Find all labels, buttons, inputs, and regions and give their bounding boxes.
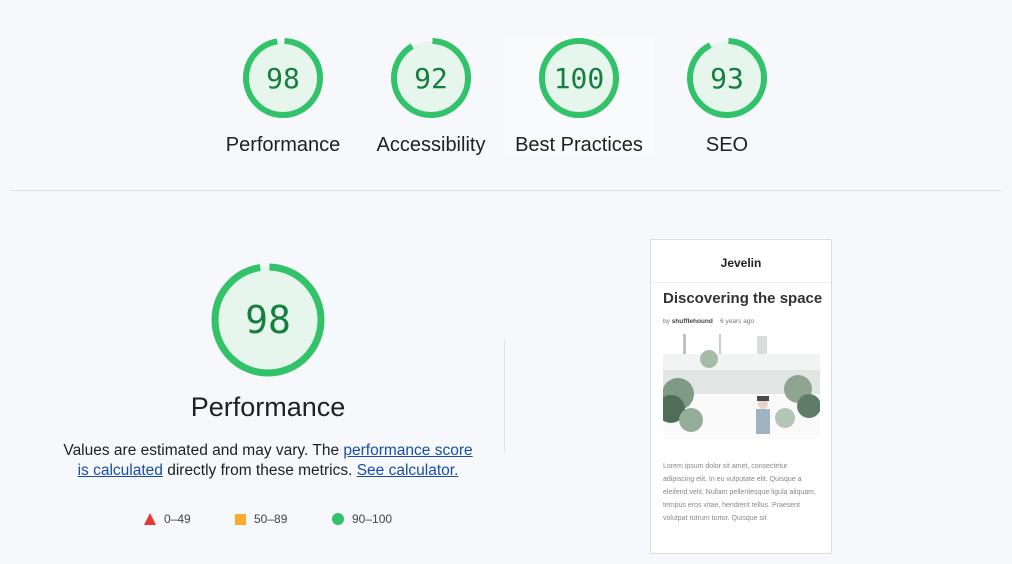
page-screenshot-preview[interactable]: Jevelin Discovering the space by shuffle… [650,239,832,554]
preview-meta-by: by [663,318,670,325]
gauge-seo[interactable]: 93 SEO [652,36,802,157]
legend-pass: 90–100 [332,512,392,526]
performance-label: Performance [225,134,341,156]
seo-ring: 93 [687,38,767,118]
section-divider [10,190,1002,191]
legend-fail: 0–49 [144,512,191,526]
performance-score: 98 [266,62,300,95]
main-performance-score: 98 [245,298,291,342]
vertical-divider [504,340,505,452]
gauge-best-practices[interactable]: 100 Best Practices [504,36,654,157]
see-calculator-link[interactable]: See calculator. [357,462,459,479]
preview-brand: Jevelin [651,240,831,283]
main-performance-title: Performance [190,392,346,422]
performance-summary: 98 Performance Values are estimated and … [60,262,476,481]
circle-icon [332,513,344,525]
preview-body-text: Lorem ipsum dolor sit amet, consectetur … [663,463,816,522]
description-text-2: directly from these metrics. [162,462,357,479]
performance-description: Values are estimated and may vary. The p… [60,441,476,481]
accessibility-score: 92 [414,62,448,95]
preview-title: Discovering the space [663,290,823,307]
best-practices-score: 100 [554,62,605,95]
performance-ring: 98 [243,38,323,118]
best-practices-ring: 100 [539,38,619,118]
square-icon [235,513,246,525]
accessibility-ring: 92 [391,38,471,118]
seo-label: SEO [705,134,749,156]
preview-meta: by shufflehound 6 years ago [663,318,831,325]
legend-fail-range: 0–49 [164,512,191,526]
preview-hero-image [657,334,821,439]
seo-score: 93 [710,62,744,95]
accessibility-label: Accessibility [376,134,486,156]
gauge-performance[interactable]: 98 Performance [208,36,358,157]
main-performance-ring: 98 [211,263,325,377]
preview-time: 6 years ago [720,318,755,325]
best-practices-label: Best Practices [515,134,643,156]
legend-average-range: 50–89 [254,512,288,526]
preview-author: shufflehound [671,318,713,325]
gauge-accessibility[interactable]: 92 Accessibility [356,36,506,157]
description-text-1: Values are estimated and may vary. The [63,442,344,459]
legend-pass-range: 90–100 [352,512,393,526]
category-gauges: 98 Performance 92 Accessibility 100 Best… [0,0,1012,180]
legend-average: 50–89 [235,512,287,526]
triangle-icon [144,513,156,525]
